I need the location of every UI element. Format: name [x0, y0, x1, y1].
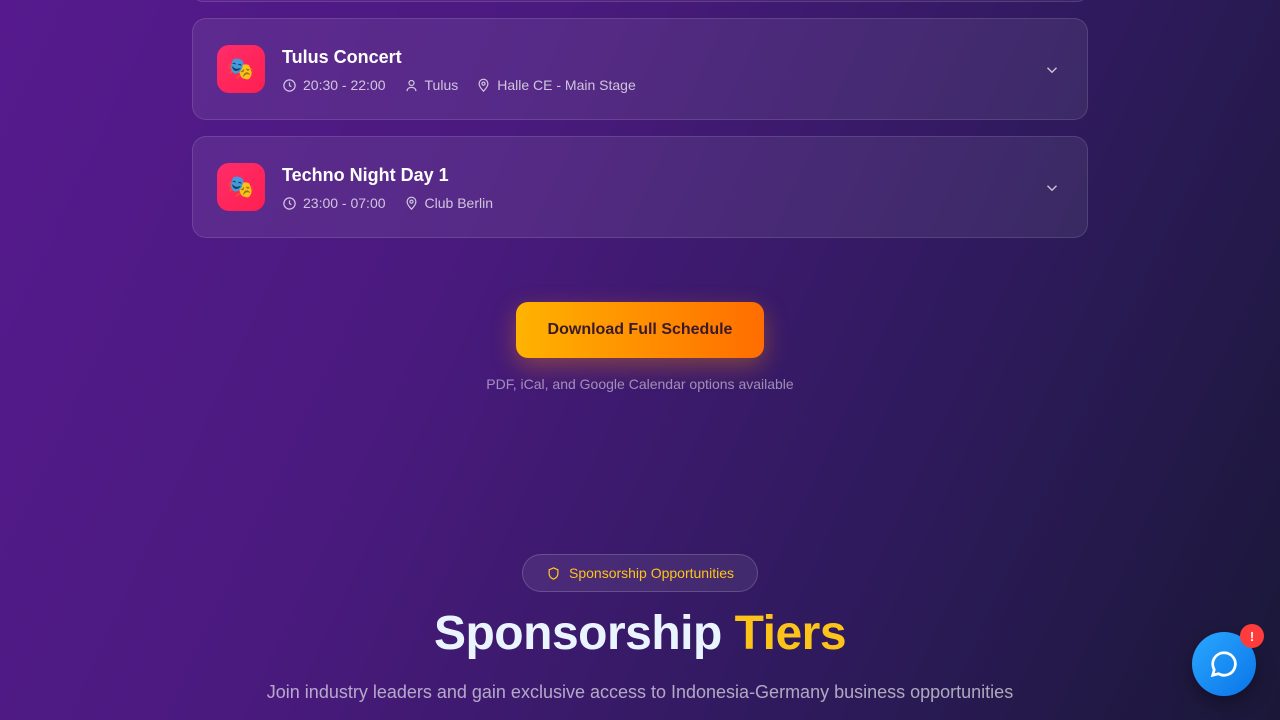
event-location-text: Club Berlin [424, 195, 493, 211]
event-location: Club Berlin [404, 195, 493, 211]
clock-icon [283, 196, 296, 210]
download-note: PDF, iCal, and Google Calendar options a… [486, 376, 794, 392]
section-title: Sponsorship Tiers [0, 606, 1280, 661]
map-pin-icon [478, 78, 489, 92]
sponsorship-badge-label: Sponsorship Opportunities [569, 565, 734, 581]
sponsorship-badge: Sponsorship Opportunities [522, 554, 758, 592]
event-title: Techno Night Day 1 [282, 165, 449, 185]
event-card-techno-night[interactable]: 🎭 Techno Night Day 1 23:00 - 07:00 Club … [192, 136, 1088, 238]
event-card-tulus-concert[interactable]: 🎭 Tulus Concert 20:30 - 22:00 Tulus Hall… [192, 18, 1088, 120]
user-icon [406, 79, 417, 91]
theater-masks-icon: 🎭 [217, 45, 265, 93]
event-performer: Tulus [404, 77, 459, 93]
theater-masks-icon: 🎭 [217, 163, 265, 211]
section-title-part2: Tiers [734, 607, 847, 660]
section-title-part1: Sponsorship [433, 607, 722, 660]
event-location-text: Halle CE - Main Stage [497, 77, 636, 93]
shield-icon [548, 566, 559, 580]
chat-bubble-icon [1210, 651, 1237, 678]
event-location: Halle CE - Main Stage [476, 77, 636, 93]
event-time-text: 23:00 - 07:00 [303, 195, 386, 211]
section-subtitle: Join industry leaders and gain exclusive… [266, 682, 1014, 702]
event-time: 20:30 - 22:00 [282, 77, 386, 93]
event-title: Tulus Concert [282, 47, 402, 67]
event-time: 23:00 - 07:00 [282, 195, 386, 211]
event-meta: 23:00 - 07:00 Club Berlin [282, 195, 493, 211]
chevron-down-icon[interactable] [1043, 179, 1061, 197]
clock-icon [283, 78, 296, 92]
download-schedule-button[interactable]: Download Full Schedule [516, 302, 764, 358]
event-meta: 20:30 - 22:00 Tulus Halle CE - Main Stag… [282, 77, 636, 93]
chat-notification-badge: ! [1240, 624, 1264, 648]
previous-event-card[interactable] [192, 0, 1088, 2]
chevron-down-icon[interactable] [1043, 61, 1061, 79]
map-pin-icon [406, 196, 417, 210]
event-time-text: 20:30 - 22:00 [303, 77, 386, 93]
event-performer-text: Tulus [424, 77, 459, 93]
